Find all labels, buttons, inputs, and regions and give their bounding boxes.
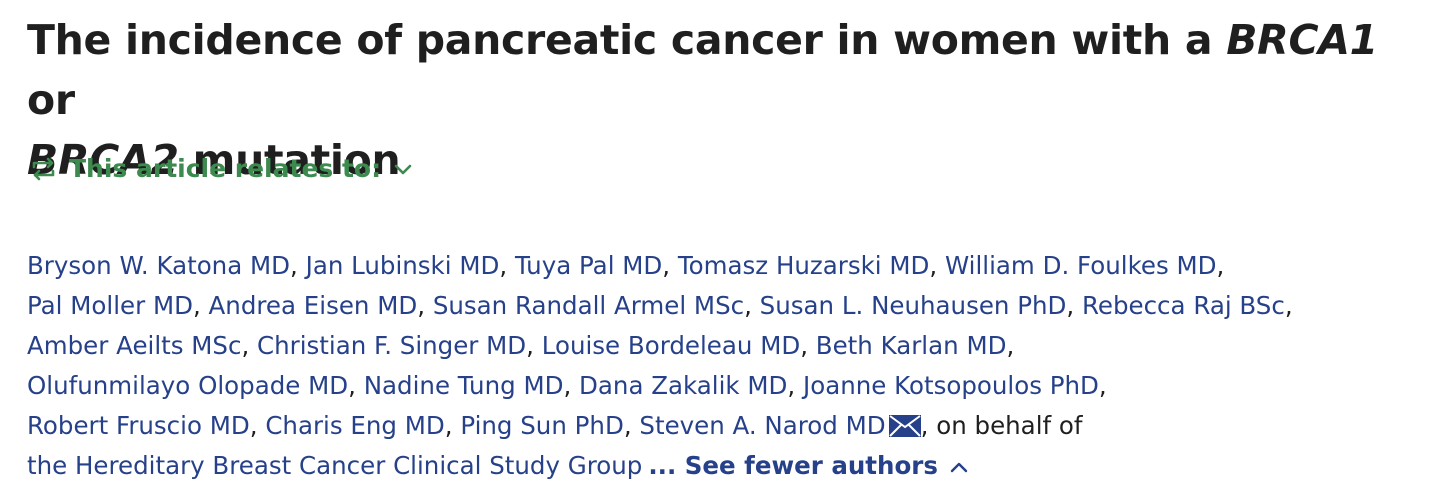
author-link[interactable]: Pal Moller MD bbox=[27, 291, 193, 320]
author-separator: , bbox=[929, 251, 945, 280]
author-separator: , bbox=[800, 331, 816, 360]
envelope-icon[interactable] bbox=[888, 415, 921, 437]
author-link[interactable]: Ping Sun PhD bbox=[460, 411, 623, 440]
author-separator: , bbox=[787, 371, 803, 400]
author-line: Amber Aeilts MSc, Christian F. Singer MD… bbox=[27, 326, 1417, 366]
author-link[interactable]: Joanne Kotsopoulos PhD bbox=[803, 371, 1099, 400]
author-separator: , bbox=[499, 251, 515, 280]
author-separator: , bbox=[1066, 291, 1082, 320]
see-fewer-authors-button[interactable]: ... See fewer authors bbox=[648, 451, 938, 480]
author-separator: , bbox=[563, 371, 580, 400]
author-line: the Hereditary Breast Cancer Clinical St… bbox=[27, 446, 1417, 486]
chevron-up-icon[interactable] bbox=[950, 461, 968, 473]
author-link[interactable]: Tomasz Huzarski MD bbox=[678, 251, 930, 280]
author-link[interactable]: Susan Randall Armel MSc bbox=[433, 291, 744, 320]
author-separator: , bbox=[444, 411, 461, 440]
author-separator: , bbox=[662, 251, 678, 280]
author-link[interactable]: Nadine Tung MD bbox=[364, 371, 564, 400]
author-link[interactable]: Christian F. Singer MD bbox=[257, 331, 526, 360]
author-separator: , bbox=[526, 331, 542, 360]
author-link[interactable]: Louise Bordeleau MD bbox=[542, 331, 800, 360]
author-link[interactable]: Andrea Eisen MD bbox=[209, 291, 418, 320]
author-separator: , bbox=[192, 291, 209, 320]
author-list: Bryson W. Katona MD, Jan Lubinski MD, Tu… bbox=[27, 246, 1417, 486]
author-link[interactable]: Bryson W. Katona MD bbox=[27, 251, 290, 280]
author-separator: , bbox=[1284, 291, 1293, 320]
author-line: Pal Moller MD, Andrea Eisen MD, Susan Ra… bbox=[27, 286, 1417, 326]
author-separator: , bbox=[249, 411, 266, 440]
author-line: Olufunmilayo Olopade MD, Nadine Tung MD,… bbox=[27, 366, 1417, 406]
chevron-down-icon[interactable] bbox=[393, 162, 413, 176]
author-separator: , bbox=[417, 291, 433, 320]
author-separator: , bbox=[744, 291, 760, 320]
author-link[interactable]: William D. Foulkes MD bbox=[945, 251, 1217, 280]
author-line: Bryson W. Katona MD, Jan Lubinski MD, Tu… bbox=[27, 246, 1417, 286]
corresponding-author-link[interactable]: Steven A. Narod MD bbox=[639, 411, 885, 440]
author-link[interactable]: Amber Aeilts MSc bbox=[27, 331, 241, 360]
relates-to-label: This article relates to: bbox=[69, 154, 382, 183]
author-link[interactable]: Tuya Pal MD bbox=[515, 251, 662, 280]
relates-to-toggle[interactable]: This article relates to: bbox=[30, 152, 413, 186]
author-separator: , bbox=[1098, 371, 1107, 400]
author-separator: , bbox=[623, 411, 640, 440]
author-link[interactable]: Olufunmilayo Olopade MD bbox=[27, 371, 348, 400]
title-text-part1: The incidence of pancreatic cancer in wo… bbox=[27, 16, 1227, 64]
author-separator: , bbox=[348, 371, 364, 400]
author-link[interactable]: Charis Eng MD bbox=[265, 411, 444, 440]
on-behalf-text: , on behalf of bbox=[920, 411, 1083, 440]
author-separator: , bbox=[241, 331, 258, 360]
author-link[interactable]: Jan Lubinski MD bbox=[306, 251, 500, 280]
author-separator: , bbox=[290, 251, 306, 280]
author-separator: , bbox=[1216, 251, 1225, 280]
author-line: Robert Fruscio MD, Charis Eng MD, Ping S… bbox=[27, 406, 1417, 446]
author-separator: , bbox=[1006, 331, 1015, 360]
swap-arrows-icon bbox=[32, 157, 55, 181]
title-text-or: or bbox=[27, 76, 75, 124]
author-link[interactable]: Robert Fruscio MD bbox=[27, 411, 250, 440]
study-group-link[interactable]: the Hereditary Breast Cancer Clinical St… bbox=[27, 451, 642, 480]
author-link[interactable]: Susan L. Neuhausen PhD bbox=[760, 291, 1067, 320]
gene-brca1: BRCA1 bbox=[1226, 16, 1378, 64]
author-link[interactable]: Rebecca Raj BSc bbox=[1082, 291, 1285, 320]
author-link[interactable]: Beth Karlan MD bbox=[816, 331, 1007, 360]
author-link[interactable]: Dana Zakalik MD bbox=[579, 371, 787, 400]
